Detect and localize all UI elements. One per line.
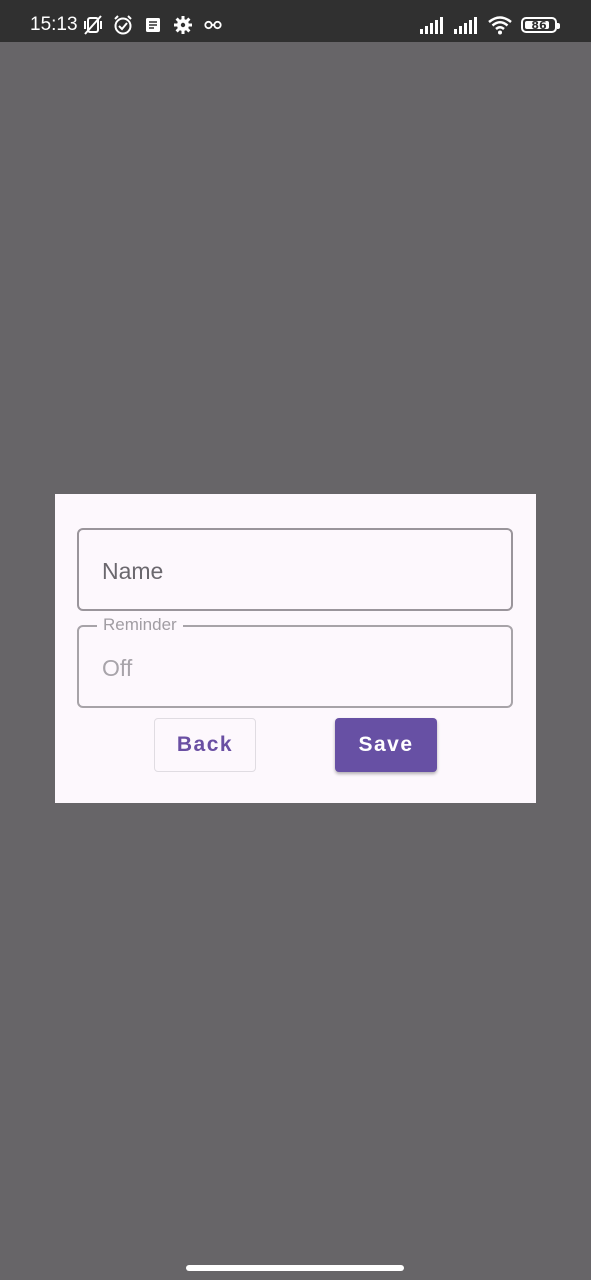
reminder-value: Off [102, 655, 133, 681]
reminder-label: Reminder [97, 616, 183, 634]
status-icons-left [82, 14, 224, 36]
reminder-field[interactable]: Reminder Off [77, 616, 513, 708]
notes-icon [142, 14, 164, 36]
save-button[interactable]: Save [335, 718, 437, 772]
back-button[interactable]: Back [154, 718, 256, 772]
status-time: 15:13 [30, 14, 78, 35]
status-bar: 15:13 86 [0, 0, 591, 42]
battery-level: 86 [531, 18, 547, 32]
name-field[interactable]: Name [77, 528, 513, 611]
battery-tip [557, 23, 560, 29]
alarm-icon [112, 14, 134, 36]
home-indicator[interactable] [186, 1265, 404, 1271]
status-icons-right: 86 [419, 14, 560, 36]
infinity-icon [202, 14, 224, 36]
settings-gear-icon [172, 14, 194, 36]
battery-icon: 86 [521, 17, 560, 33]
signal-icon [419, 14, 445, 36]
signal-icon [453, 14, 479, 36]
edit-dialog: Name Reminder Off Back Save [55, 494, 536, 803]
name-placeholder: Name [102, 558, 164, 584]
vibrate-muted-icon [82, 14, 104, 36]
wifi-icon [487, 14, 513, 36]
